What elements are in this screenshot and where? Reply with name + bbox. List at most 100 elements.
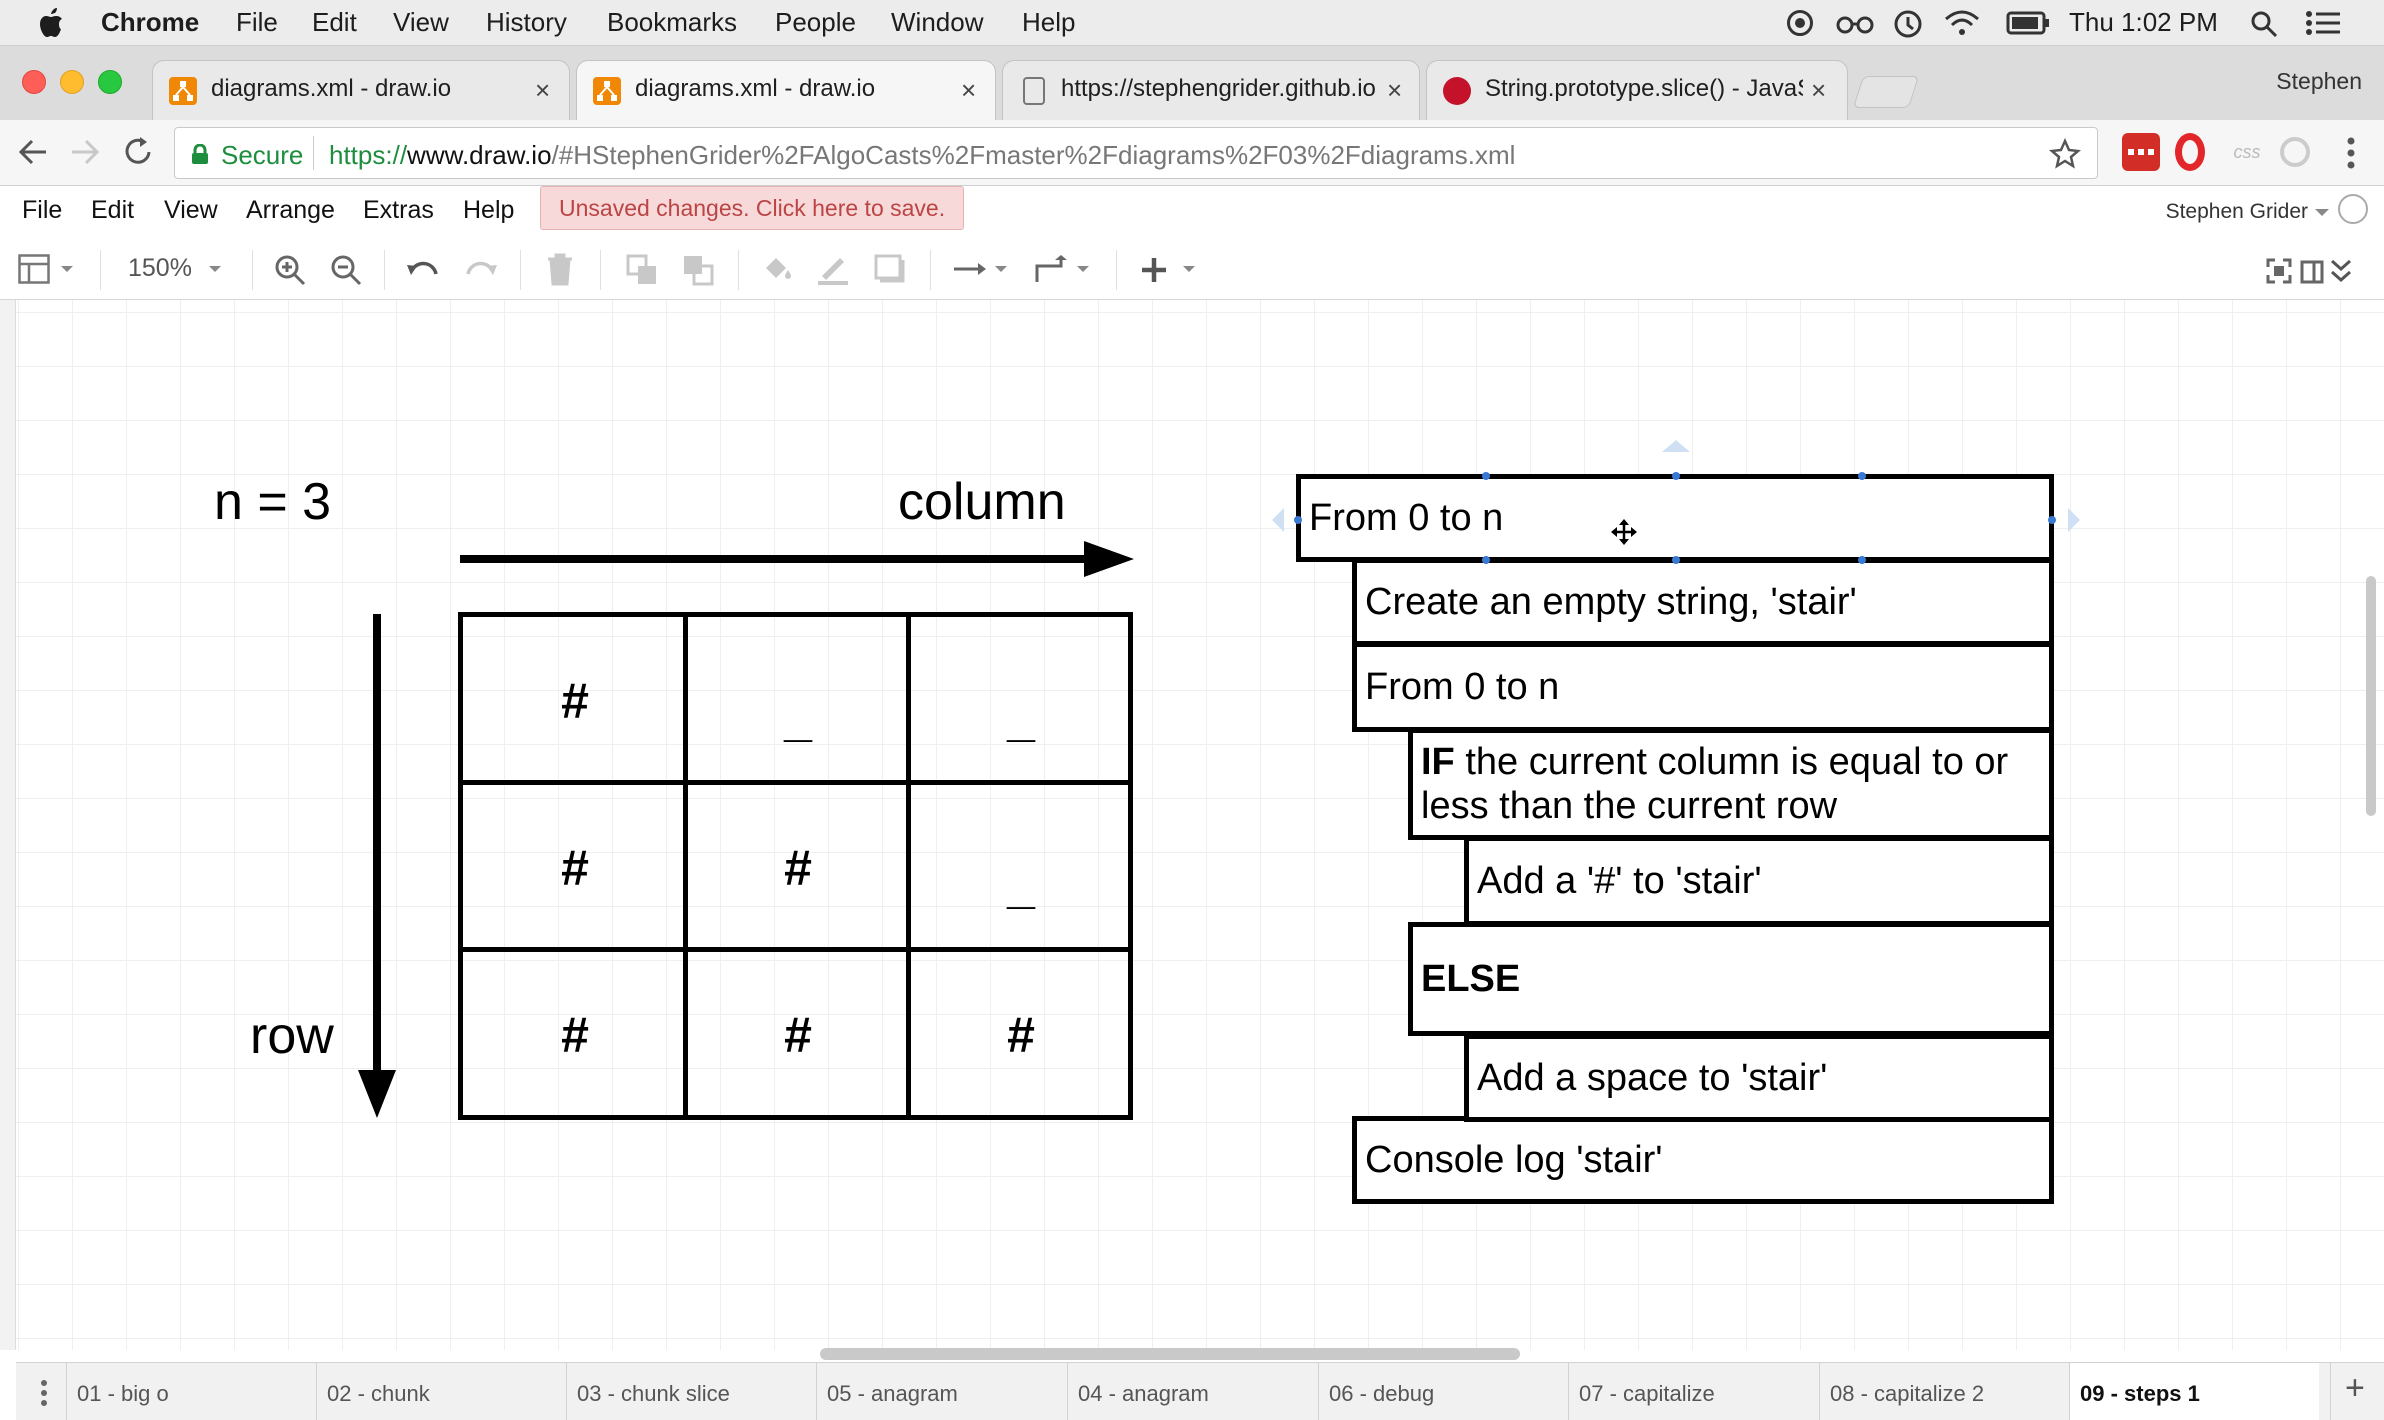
menu-window[interactable]: Window — [891, 7, 983, 38]
extension-icon[interactable] — [2280, 137, 2310, 167]
forward-icon[interactable] — [68, 136, 102, 168]
drawio-menu-help[interactable]: Help — [463, 196, 514, 225]
pseudocode-step-add-hash[interactable]: Add a '#' to 'stair' — [1464, 836, 2054, 926]
grid-cell[interactable]: _ — [686, 635, 910, 802]
redo-icon[interactable] — [464, 256, 498, 282]
drawio-menu-extras[interactable]: Extras — [363, 196, 434, 225]
notification-center-icon[interactable] — [2306, 11, 2340, 35]
drawio-menu-arrange[interactable]: Arrange — [246, 196, 335, 225]
url-text[interactable]: https://www.draw.io/#HStephenGrider%2FAl… — [329, 140, 1515, 171]
pseudocode-step-add-space[interactable]: Add a space to 'stair' — [1464, 1034, 2054, 1122]
glasses-icon[interactable] — [1836, 12, 1874, 34]
chevron-down-icon[interactable] — [1076, 265, 1090, 274]
menu-people[interactable]: People — [775, 7, 856, 38]
user-name[interactable]: Stephen Grider — [2166, 200, 2308, 224]
unsaved-changes-banner[interactable]: Unsaved changes. Click here to save. — [540, 186, 965, 230]
toggle-panel-icon[interactable] — [2300, 260, 2324, 284]
row-arrow[interactable] — [352, 612, 402, 1122]
window-close-button[interactable] — [22, 70, 46, 94]
chevron-down-icon[interactable] — [1182, 265, 1196, 274]
zoom-in-icon[interactable] — [274, 254, 306, 286]
page-tab[interactable]: 08 - capitalize 2 — [1819, 1363, 2069, 1420]
grid-cell[interactable]: # — [463, 617, 687, 784]
back-icon[interactable] — [16, 136, 50, 168]
chevron-down-icon[interactable] — [208, 265, 222, 274]
menu-view[interactable]: View — [393, 7, 449, 38]
page-tab[interactable]: 05 - anagram — [816, 1363, 1067, 1420]
pseudocode-step-console-log[interactable]: Console log 'stair' — [1352, 1116, 2054, 1204]
page-tab-active[interactable]: 09 - steps 1 — [2069, 1363, 2319, 1420]
tab-close-icon[interactable]: × — [535, 75, 550, 106]
drawio-menu-view[interactable]: View — [164, 196, 218, 225]
collapse-icon[interactable] — [2330, 258, 2352, 284]
menu-bookmarks[interactable]: Bookmarks — [607, 7, 737, 38]
sidebar-collapse-handle[interactable] — [0, 300, 16, 1350]
chevron-down-icon[interactable] — [994, 265, 1008, 274]
to-front-icon[interactable] — [626, 254, 658, 286]
pages-menu-icon[interactable] — [40, 1379, 48, 1407]
zoom-out-icon[interactable] — [330, 254, 362, 286]
n-label[interactable]: n = 3 — [214, 472, 331, 532]
grid-cell[interactable]: _ — [909, 635, 1133, 802]
grid-cell[interactable]: # — [686, 784, 910, 951]
insert-icon[interactable] — [1140, 256, 1168, 284]
selection-handles[interactable] — [1252, 428, 2100, 578]
profile-name[interactable]: Stephen — [2276, 68, 2362, 95]
globe-icon[interactable] — [2338, 194, 2368, 224]
grid-cell[interactable]: # — [463, 951, 687, 1118]
browser-tab-1[interactable]: diagrams.xml - draw.io × — [152, 60, 570, 120]
grid-cell[interactable]: _ — [909, 802, 1133, 969]
row-label[interactable]: row — [250, 1006, 334, 1066]
pseudocode-step-if[interactable]: IF the current column is equal to or les… — [1408, 728, 2054, 840]
shadow-icon[interactable] — [874, 254, 906, 284]
column-label[interactable]: column — [898, 472, 1066, 532]
css-icon[interactable]: css — [2228, 133, 2266, 171]
horizontal-scrollbar[interactable] — [820, 1348, 1520, 1360]
page-tab[interactable]: 03 - chunk slice — [566, 1363, 816, 1420]
browser-tab-4[interactable]: String.prototype.slice() - JavaS × — [1426, 60, 1848, 120]
connection-icon[interactable] — [952, 260, 988, 278]
spotlight-icon[interactable] — [2250, 10, 2278, 38]
grid-cell[interactable]: # — [686, 951, 910, 1118]
drawio-menu-edit[interactable]: Edit — [91, 196, 134, 225]
opera-icon[interactable] — [2175, 133, 2205, 171]
undo-icon[interactable] — [406, 256, 440, 282]
menu-app-chrome[interactable]: Chrome — [101, 7, 199, 38]
page-tab[interactable]: 04 - anagram — [1067, 1363, 1318, 1420]
menu-edit[interactable]: Edit — [312, 7, 357, 38]
record-icon[interactable] — [1787, 10, 1813, 36]
add-page-button[interactable]: + — [2330, 1363, 2384, 1420]
drawio-menu-file[interactable]: File — [22, 196, 62, 225]
grid-cell[interactable]: # — [909, 951, 1133, 1118]
chrome-menu-icon[interactable] — [2346, 136, 2356, 170]
page-tab[interactable]: 06 - debug — [1318, 1363, 1568, 1420]
window-minimize-button[interactable] — [60, 70, 84, 94]
menu-help[interactable]: Help — [1022, 7, 1075, 38]
menu-history[interactable]: History — [486, 7, 567, 38]
page-tab[interactable]: 07 - capitalize — [1568, 1363, 1819, 1420]
chevron-down-icon[interactable] — [2314, 208, 2330, 218]
to-back-icon[interactable] — [682, 254, 714, 286]
reload-icon[interactable] — [122, 134, 154, 168]
tab-close-icon[interactable]: × — [1387, 75, 1402, 106]
address-bar[interactable]: Secure https://www.draw.io/#HStephenGrid… — [174, 127, 2098, 179]
page-tab[interactable]: 01 - big o — [66, 1363, 316, 1420]
apple-logo-icon[interactable] — [38, 8, 64, 38]
line-color-icon[interactable] — [816, 252, 850, 286]
new-tab-button[interactable] — [1852, 76, 1920, 108]
chevron-down-icon[interactable] — [60, 265, 74, 274]
waypoints-icon[interactable] — [1034, 254, 1068, 284]
grid-cell[interactable]: # — [463, 784, 687, 951]
lastpass-icon[interactable] — [2122, 133, 2160, 171]
browser-tab-3[interactable]: https://stephengrider.github.io × — [1002, 60, 1420, 120]
tab-close-icon[interactable]: × — [961, 75, 976, 106]
tab-close-icon[interactable]: × — [1811, 75, 1826, 106]
window-zoom-button[interactable] — [98, 70, 122, 94]
delete-icon[interactable] — [546, 252, 574, 286]
star-icon[interactable] — [2049, 138, 2081, 170]
vertical-scrollbar[interactable] — [2366, 576, 2376, 816]
format-panel-icon[interactable] — [18, 254, 50, 284]
pseudocode-step-else[interactable]: ELSE — [1408, 922, 2054, 1036]
steps-grid[interactable]: # _ _ # # _ # # # — [458, 612, 1133, 1120]
wifi-icon[interactable] — [1944, 9, 1980, 37]
